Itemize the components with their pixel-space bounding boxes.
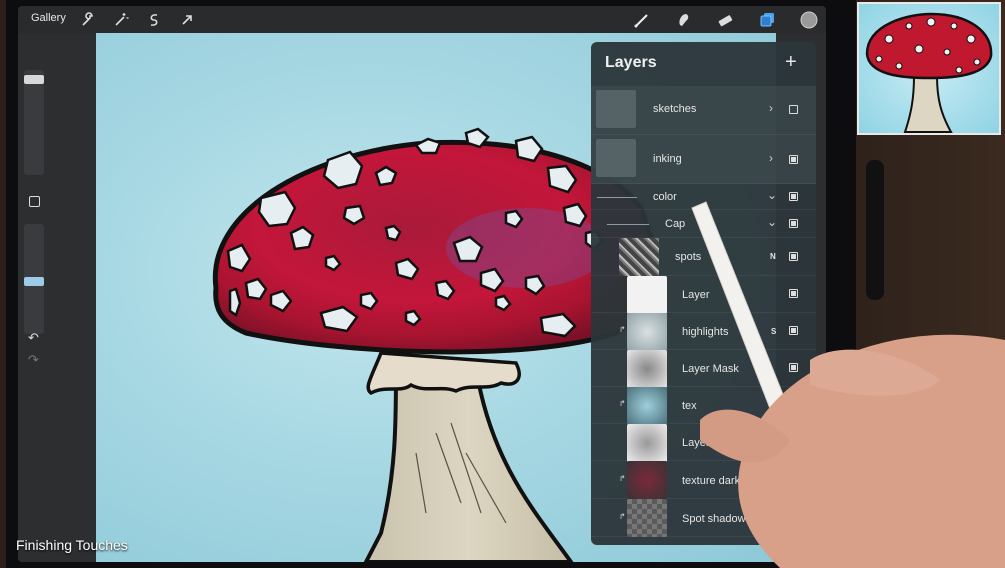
reference-mushroom [865,12,993,133]
scene: Gallery ↶ ↷ Layers + sketches › inking ›… [0,0,1005,568]
video-caption: Finishing Touches [16,537,128,553]
hand-and-stylus [691,201,1005,568]
reference-image-window[interactable] [857,2,1001,135]
